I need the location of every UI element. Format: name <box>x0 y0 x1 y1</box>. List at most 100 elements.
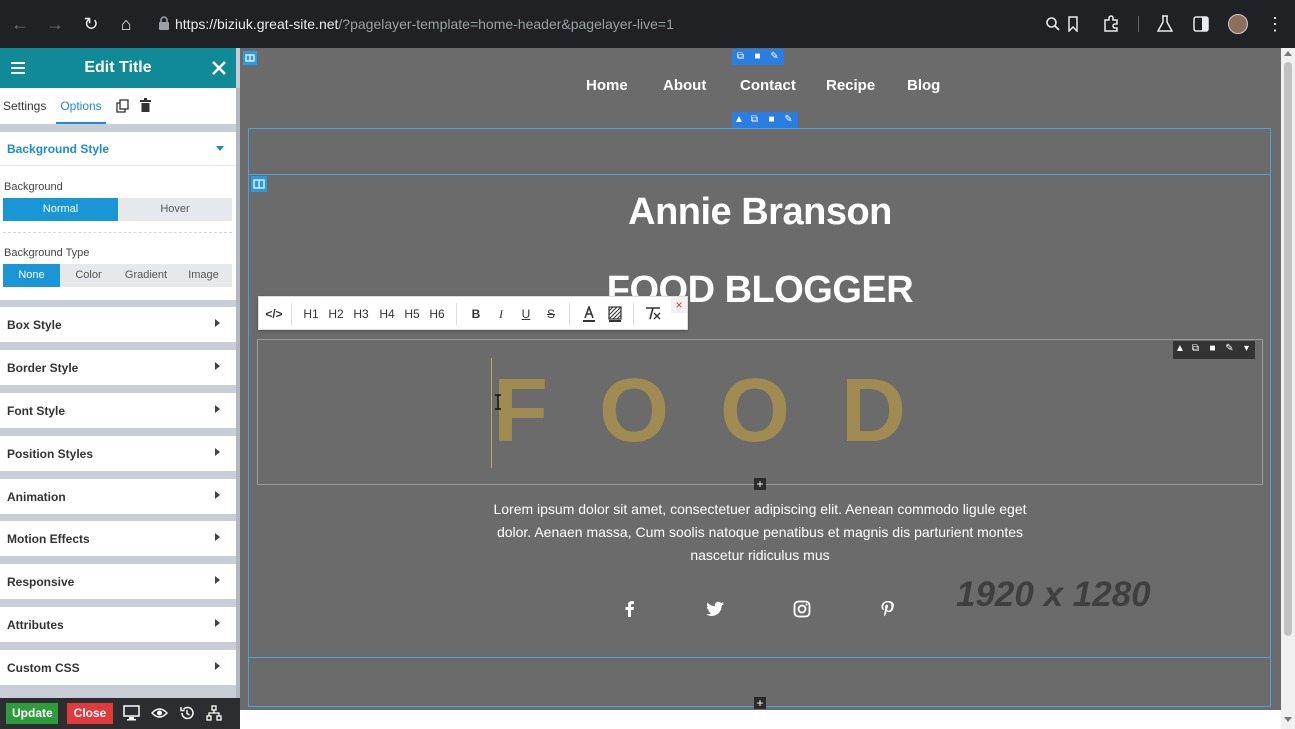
food-heading-widget[interactable]: FOOD ▲ ⧉ ■ ✎ ▾ <box>257 339 1263 485</box>
sitemap-icon[interactable] <box>206 705 222 721</box>
strikethrough-button[interactable]: S <box>542 305 560 323</box>
background-color-icon[interactable] <box>608 306 622 322</box>
trash-icon[interactable]: ■ <box>763 112 780 128</box>
home-icon[interactable]: ⌂ <box>114 12 138 36</box>
profile-avatar[interactable] <box>1228 14 1248 34</box>
reload-icon[interactable]: ↻ <box>79 12 103 36</box>
page-scrollbar[interactable] <box>1281 48 1295 729</box>
type-none-button[interactable]: None <box>3 264 60 287</box>
row-handle-icon[interactable] <box>243 51 257 65</box>
address-bar[interactable]: https://biziuk.great-site.net/?pagelayer… <box>150 8 1090 40</box>
section-motion-effects[interactable]: Motion Effects <box>0 521 236 556</box>
chevron-down-icon[interactable]: ▾ <box>1238 341 1255 357</box>
instagram-icon[interactable] <box>792 599 812 619</box>
close-panel-icon[interactable] <box>211 60 227 76</box>
labs-flask-icon[interactable] <box>1157 15 1173 33</box>
heading-3-button[interactable]: H3 <box>351 305 371 323</box>
section-attributes[interactable]: Attributes <box>0 607 236 642</box>
state-hover-button[interactable]: Hover <box>118 198 232 221</box>
history-icon[interactable] <box>179 705 195 721</box>
trash-icon[interactable]: ■ <box>749 49 766 65</box>
background-label: Background <box>4 181 63 193</box>
section-font-style[interactable]: Font Style <box>0 393 236 428</box>
food-heading-text[interactable]: FOOD <box>493 360 993 463</box>
eye-icon[interactable] <box>151 706 168 720</box>
section-label: Motion Effects <box>7 532 90 546</box>
add-widget-icon[interactable]: + <box>754 478 766 490</box>
trash-icon[interactable] <box>139 98 152 113</box>
italic-button[interactable]: I <box>492 305 510 323</box>
panel-tabs: Settings Options <box>0 88 236 124</box>
nav-link-contact[interactable]: Contact <box>740 77 796 94</box>
page-canvas: ⧉ ■ ✎ Home About Contact Recipe Blog ▲ ⧉… <box>240 48 1281 710</box>
pencil-icon[interactable]: ✎ <box>1221 341 1238 357</box>
zoom-icon[interactable] <box>1045 16 1061 32</box>
pencil-icon[interactable]: ✎ <box>780 112 797 128</box>
heading-5-button[interactable]: H5 <box>402 305 422 323</box>
nav-link-recipe[interactable]: Recipe <box>826 77 875 94</box>
duplicate-icon[interactable]: ⧉ <box>1187 341 1204 357</box>
heading-4-button[interactable]: H4 <box>377 305 397 323</box>
underline-button[interactable]: U <box>517 305 535 323</box>
font-color-icon[interactable] <box>582 306 596 322</box>
divider <box>633 303 634 325</box>
section-label: Custom CSS <box>7 661 80 675</box>
hero-name-heading[interactable]: Annie Branson <box>480 191 1040 234</box>
type-color-button[interactable]: Color <box>60 264 117 287</box>
section-position-styles[interactable]: Position Styles <box>0 436 236 471</box>
scroll-down-icon[interactable] <box>1284 717 1292 722</box>
type-gradient-button[interactable]: Gradient <box>117 264 175 287</box>
pencil-icon[interactable]: ✎ <box>766 49 783 65</box>
section-custom-css[interactable]: Custom CSS <box>0 650 236 685</box>
bold-button[interactable]: B <box>467 305 485 323</box>
chevron-right-icon <box>215 362 220 370</box>
duplicate-icon[interactable]: ⧉ <box>732 49 749 65</box>
update-button[interactable]: Update <box>6 703 58 724</box>
nav-link-about[interactable]: About <box>663 77 706 94</box>
state-normal-button[interactable]: Normal <box>3 198 118 221</box>
trash-icon[interactable]: ■ <box>1204 341 1221 357</box>
desktop-icon[interactable] <box>123 705 140 721</box>
nav-link-home[interactable]: Home <box>586 77 628 94</box>
heading-6-button[interactable]: H6 <box>427 305 447 323</box>
clear-formatting-icon[interactable] <box>645 306 661 320</box>
type-image-button[interactable]: Image <box>175 264 232 287</box>
section-box-style[interactable]: Box Style <box>0 307 236 342</box>
chevron-right-icon <box>215 319 220 327</box>
kebab-menu-icon[interactable]: ⋮ <box>1266 12 1284 36</box>
column-handle-icon[interactable] <box>251 176 267 192</box>
nav-link-blog[interactable]: Blog <box>907 77 940 94</box>
copy-icon[interactable] <box>116 99 130 113</box>
close-button[interactable]: Close <box>67 703 113 724</box>
divider <box>456 303 457 325</box>
scrollbar-thumb[interactable] <box>1284 62 1292 636</box>
heading-1-button[interactable]: H1 <box>301 305 321 323</box>
i-beam-cursor-icon <box>494 394 502 410</box>
tab-options[interactable]: Options <box>56 88 106 124</box>
facebook-icon[interactable] <box>620 599 640 619</box>
bookmark-icon[interactable] <box>1067 16 1079 32</box>
tab-settings[interactable]: Settings <box>3 88 46 124</box>
twitter-icon[interactable] <box>705 599 725 619</box>
source-code-icon[interactable]: </> <box>264 305 284 323</box>
close-toolbar-icon[interactable]: × <box>671 297 687 313</box>
heading-2-button[interactable]: H2 <box>326 305 346 323</box>
section-animation[interactable]: Animation <box>0 479 236 514</box>
section-responsive[interactable]: Responsive <box>0 564 236 599</box>
extensions-icon[interactable] <box>1102 15 1120 33</box>
text-cursor <box>491 358 492 468</box>
side-panel-icon[interactable] <box>1193 16 1209 32</box>
background-style-header[interactable]: Background Style <box>0 132 236 166</box>
forward-icon[interactable]: → <box>43 12 67 36</box>
section-label: Border Style <box>7 361 79 375</box>
section-border-style[interactable]: Border Style <box>0 350 236 385</box>
scroll-up-icon[interactable] <box>1284 51 1292 56</box>
divider <box>291 303 292 325</box>
intro-paragraph[interactable]: Lorem ipsum dolor sit amet, consectetuer… <box>485 498 1035 567</box>
pinterest-icon[interactable] <box>878 599 898 619</box>
move-up-icon[interactable]: ▲ <box>1173 341 1187 357</box>
move-up-icon[interactable]: ▲ <box>732 112 746 128</box>
duplicate-icon[interactable]: ⧉ <box>746 112 763 128</box>
back-icon[interactable]: ← <box>8 12 32 36</box>
add-row-icon[interactable]: + <box>754 697 766 709</box>
